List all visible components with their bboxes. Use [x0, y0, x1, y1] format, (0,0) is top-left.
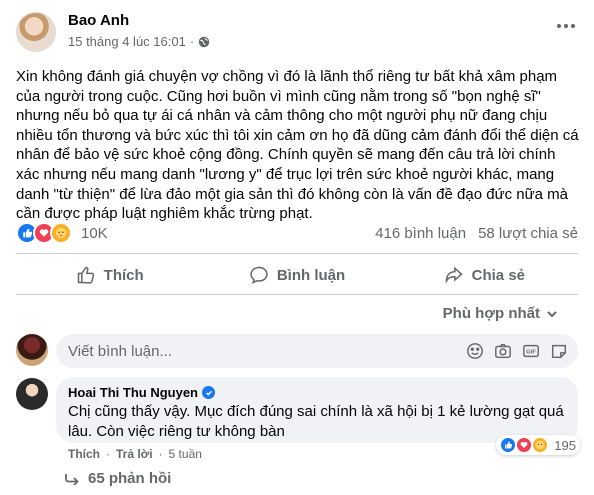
reactions-summary[interactable]: 10K [16, 222, 108, 244]
gif-icon[interactable]: GIF [522, 342, 540, 360]
share-icon [445, 266, 463, 284]
care-reaction-icon [50, 222, 72, 244]
view-replies-link[interactable]: 65 phản hồi [64, 470, 171, 487]
current-user-avatar[interactable] [16, 334, 48, 366]
comment-actions: Thích · Trả lời · 5 tuần [68, 447, 202, 461]
comment-bubble: Hoai Thi Thu Nguyen Chị cũng thấy vậy. M… [56, 377, 578, 443]
comment-actions-separator: · [158, 447, 163, 461]
more-icon[interactable] [552, 16, 580, 36]
like-reaction-icon [500, 437, 517, 453]
reaction-icons [16, 222, 72, 244]
comment-time[interactable]: 5 tuần [169, 447, 202, 461]
comment-sort-dropdown[interactable]: Phù hợp nhất [443, 305, 558, 322]
comment-reply-link[interactable]: Trả lời [116, 447, 153, 461]
comment-reaction-count: 195 [554, 437, 576, 453]
comment-label: Bình luận [276, 266, 346, 284]
comments-count[interactable]: 416 bình luận [375, 225, 466, 242]
comment-input-placeholder[interactable]: Viết bình luận... [68, 343, 172, 360]
action-bar: Thích Bình luận Chia sẻ [16, 256, 578, 294]
comment-actions-separator: · [106, 447, 110, 461]
commenter-name[interactable]: Hoai Thi Thu Nguyen [68, 385, 198, 400]
reaction-count: 10K [81, 224, 108, 242]
commenter-name-row: Hoai Thi Thu Nguyen [68, 385, 566, 400]
comment-composer[interactable]: Viết bình luận... GIF [56, 334, 578, 368]
svg-text:GIF: GIF [526, 350, 536, 356]
composer-tools: GIF [466, 342, 568, 360]
post-timestamp[interactable]: 15 tháng 4 lúc 16:01 [68, 34, 186, 49]
post-meta: 15 tháng 4 lúc 16:01 · [68, 34, 210, 49]
author-name[interactable]: Bao Anh [68, 12, 129, 29]
love-reaction-icon [516, 437, 533, 453]
globe-icon [198, 36, 210, 47]
reply-arrow-icon [65, 473, 79, 485]
post-text: Xin không đánh giá chuyện vợ chồng vì đó… [16, 68, 579, 223]
share-button[interactable]: Chia sẻ [391, 256, 578, 294]
care-reaction-icon [532, 437, 549, 453]
comment-icon [250, 266, 268, 284]
comment-reactions[interactable]: 195 [496, 435, 580, 455]
replies-count: 65 phản hồi [88, 470, 172, 487]
post-stats: 416 bình luận 58 lượt chia sẻ [375, 225, 578, 242]
commenter-avatar[interactable] [16, 378, 48, 410]
share-label: Chia sẻ [471, 266, 525, 284]
comment-text: Chị cũng thấy vậy. Mục đích đúng sai chí… [68, 403, 564, 440]
like-icon [77, 266, 94, 284]
camera-icon[interactable] [494, 342, 512, 360]
author-avatar[interactable] [16, 12, 56, 52]
chevron-down-icon [547, 310, 557, 317]
divider [16, 253, 578, 254]
sort-label: Phù hợp nhất [442, 305, 540, 322]
sticker-icon[interactable] [550, 342, 568, 360]
comment-like-link[interactable]: Thích [68, 447, 100, 461]
like-label: Thích [103, 266, 144, 284]
divider [16, 294, 578, 295]
verified-icon [202, 386, 215, 399]
like-button[interactable]: Thích [16, 256, 203, 294]
emoji-icon[interactable] [466, 342, 484, 360]
shares-count[interactable]: 58 lượt chia sẻ [478, 225, 578, 242]
meta-separator: · [189, 34, 195, 49]
comment-button[interactable]: Bình luận [203, 256, 390, 294]
